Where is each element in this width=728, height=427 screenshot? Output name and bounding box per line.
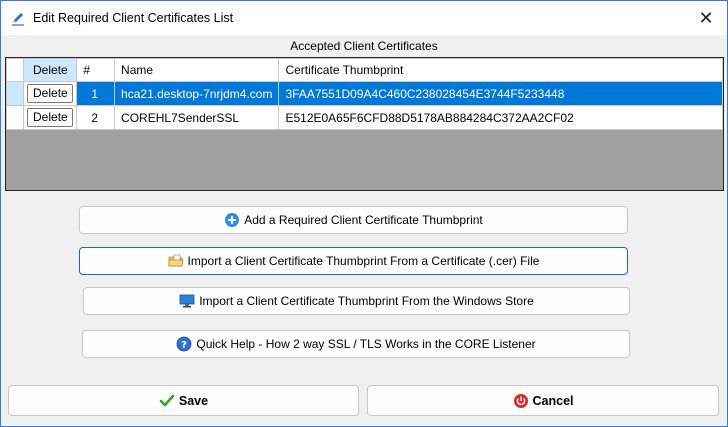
quick-help-label: Quick Help - How 2 way SSL / TLS Works i…	[196, 337, 536, 351]
checkmark-icon	[159, 393, 175, 409]
delete-row-button[interactable]: Delete	[27, 84, 74, 103]
table-row[interactable]: Delete 2 COREHL7SenderSSL E512E0A65F6CFD…	[6, 105, 723, 130]
quick-help-button[interactable]: ? Quick Help - How 2 way SSL / TLS Works…	[82, 330, 630, 358]
row-header[interactable]	[6, 105, 25, 130]
table-row[interactable]: Delete 1 hca21.desktop-7nrjdm4.com 3FAA7…	[6, 81, 723, 106]
window-title: Edit Required Client Certificates List	[33, 11, 234, 25]
cancel-button[interactable]: Cancel	[367, 385, 719, 416]
delete-row-button[interactable]: Delete	[27, 108, 74, 127]
grid-section-label: Accepted Client Certificates	[290, 39, 438, 53]
close-button[interactable]: ✕	[694, 7, 718, 29]
delete-cell: Delete	[23, 105, 78, 130]
cancel-label: Cancel	[532, 393, 574, 408]
import-from-store-button[interactable]: Import a Client Certificate Thumbprint F…	[83, 287, 630, 315]
delete-cell: Delete	[23, 81, 78, 106]
column-header-name[interactable]: Name	[114, 58, 280, 82]
help-icon: ?	[176, 336, 192, 352]
dialog-window: Edit Required Client Certificates List ✕…	[0, 0, 728, 427]
folder-icon	[168, 253, 184, 269]
power-icon	[513, 393, 529, 409]
grid-header-row: Delete # Name Certificate Thumbprint	[6, 58, 723, 82]
row-number: 2	[76, 105, 116, 130]
plus-circle-icon	[224, 212, 240, 228]
save-label: Save	[178, 393, 209, 408]
monitor-icon	[179, 293, 195, 309]
add-thumbprint-label: Add a Required Client Certificate Thumbp…	[244, 213, 483, 227]
certificate-name[interactable]: hca21.desktop-7nrjdm4.com	[114, 81, 280, 106]
column-header-thumbprint[interactable]: Certificate Thumbprint	[278, 58, 723, 82]
add-thumbprint-button[interactable]: Add a Required Client Certificate Thumbp…	[79, 206, 628, 234]
row-header-corner	[6, 58, 25, 82]
import-from-store-label: Import a Client Certificate Thumbprint F…	[199, 294, 534, 308]
import-from-file-label: Import a Client Certificate Thumbprint F…	[187, 254, 540, 268]
svg-text:?: ?	[181, 340, 187, 351]
certificate-thumbprint[interactable]: 3FAA7551D09A4C460C238028454E3744F5233448	[278, 81, 723, 106]
save-button[interactable]: Save	[8, 385, 359, 416]
certificates-grid[interactable]: Delete # Name Certificate Thumbprint Del…	[5, 57, 724, 191]
column-header-number[interactable]: #	[76, 58, 116, 82]
column-header-delete[interactable]: Delete	[23, 58, 78, 82]
row-header[interactable]	[6, 81, 25, 106]
certificate-thumbprint[interactable]: E512E0A65F6CFD88D5178AB884284C372AA2CF02	[278, 105, 723, 130]
certificate-name[interactable]: COREHL7SenderSSL	[114, 105, 280, 130]
import-from-file-button[interactable]: Import a Client Certificate Thumbprint F…	[79, 247, 628, 275]
title-bar: Edit Required Client Certificates List ✕	[1, 1, 727, 35]
pencil-icon	[10, 10, 26, 26]
row-number: 1	[76, 81, 116, 106]
